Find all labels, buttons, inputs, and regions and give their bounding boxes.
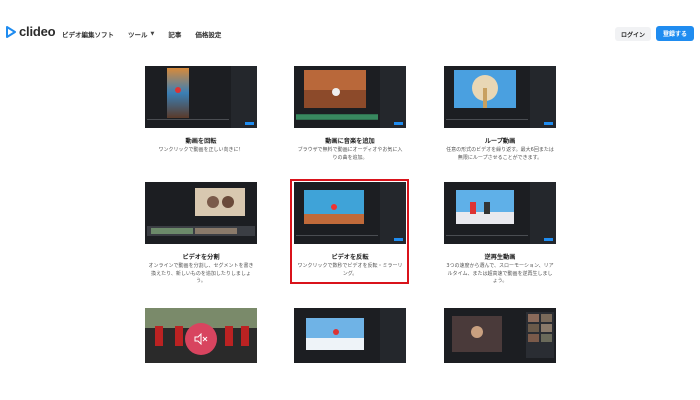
card-description: ワンクリックで動画を正しい向きに！ bbox=[158, 147, 244, 153]
grid-preview-image bbox=[452, 316, 502, 352]
mute-button[interactable] bbox=[185, 323, 217, 355]
card-thumbnail[interactable] bbox=[444, 66, 556, 128]
signup-button[interactable]: 登録する bbox=[656, 26, 694, 41]
login-button[interactable]: ログイン bbox=[615, 27, 651, 41]
card-thumbnail[interactable] bbox=[145, 182, 257, 244]
audio-waveform-track bbox=[296, 114, 378, 120]
card-thumbnail[interactable] bbox=[145, 66, 257, 128]
loop-preview-image bbox=[454, 70, 516, 108]
rotate-preview-image bbox=[167, 68, 189, 118]
music-preview-image bbox=[304, 70, 366, 108]
card-description: 3つの速度から選んで、スローモーション、リアルタイム、または超高速で動画を逆再生… bbox=[446, 263, 554, 284]
thumbnail-grid-panel bbox=[526, 312, 554, 358]
card-description: オンラインで動画を分割し、セグメントを書き換えたり、新しいものを追加したりしまし… bbox=[148, 263, 254, 284]
card-thumbnail[interactable] bbox=[294, 66, 406, 128]
nav-tools-label: ツール bbox=[128, 31, 148, 39]
split-timeline-track bbox=[147, 226, 255, 236]
nav-articles[interactable]: 記事 bbox=[168, 29, 181, 39]
card-thumbnail[interactable] bbox=[294, 308, 406, 363]
selection-highlight-frame bbox=[290, 179, 409, 284]
play-logo-icon bbox=[6, 25, 16, 38]
nav-pricing[interactable]: 価格設定 bbox=[195, 29, 221, 39]
chevron-down-icon: ▼ bbox=[150, 31, 155, 37]
reverse-preview-image bbox=[456, 190, 514, 224]
logo[interactable]: clideo bbox=[6, 24, 56, 39]
nav-tools[interactable]: ツール ▼ bbox=[128, 29, 154, 39]
card-description: ブラウザで無料で動画にオーディオやお気に入りの曲を追加。 bbox=[297, 147, 403, 161]
logo-text: clideo bbox=[19, 24, 56, 39]
snowboard-preview-image bbox=[306, 318, 364, 350]
card-title: 逆再生動画 bbox=[484, 254, 516, 261]
nav-video-editor[interactable]: ビデオ編集ソフト bbox=[62, 29, 114, 39]
card-title: 動画を回転 bbox=[185, 138, 217, 145]
card-thumbnail[interactable] bbox=[444, 182, 556, 244]
card-title: ループ動画 bbox=[484, 138, 516, 145]
main-nav: ビデオ編集ソフト ツール ▼ 記事 価格設定 bbox=[62, 29, 235, 39]
header: clideo ビデオ編集ソフト ツール ▼ 記事 価格設定 ログイン 登録する bbox=[0, 0, 700, 52]
card-title: 動画に音楽を追加 bbox=[325, 138, 375, 145]
rotate-confirm-button bbox=[245, 122, 254, 125]
split-preview-image bbox=[195, 188, 245, 216]
card-title: ビデオを分割 bbox=[182, 254, 220, 261]
card-thumbnail[interactable] bbox=[444, 308, 556, 363]
speaker-mute-icon bbox=[194, 333, 208, 345]
card-description: 任意の形式のビデオを繰り返す。最大6回または無限にループさせることができます。 bbox=[446, 147, 554, 161]
